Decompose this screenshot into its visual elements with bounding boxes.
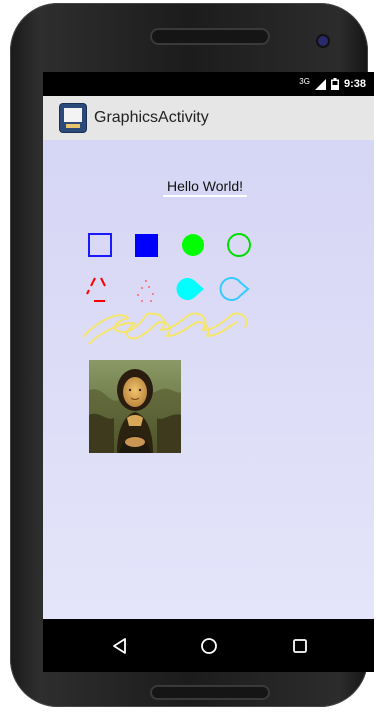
wave-path-shape xyxy=(82,312,248,345)
back-icon xyxy=(113,638,126,654)
status-icons: 3G 9:38 xyxy=(299,76,366,90)
navigation-bar xyxy=(43,619,374,672)
pacman-filled-shape xyxy=(176,278,204,300)
recents-button[interactable] xyxy=(283,629,317,663)
action-bar: GraphicsActivity xyxy=(43,96,374,140)
dashed-triangle-shape xyxy=(86,277,106,302)
pacman-outline-shape xyxy=(219,277,250,301)
square-filled-shape xyxy=(135,234,158,257)
app-title: GraphicsActivity xyxy=(94,109,209,126)
mona-lisa-image xyxy=(89,360,181,453)
phone-frame: 3G 9:38 GraphicsActivity Hello World! xyxy=(10,3,374,707)
front-camera xyxy=(318,36,328,46)
home-icon xyxy=(201,638,217,654)
network-type: 3G xyxy=(299,76,310,86)
circle-outline-shape xyxy=(227,233,251,257)
signal-icon xyxy=(314,78,326,90)
painting-art xyxy=(89,360,181,453)
status-bar: 3G 9:38 xyxy=(43,72,374,96)
recents-icon xyxy=(293,639,307,653)
dotted-triangle-shape xyxy=(137,280,154,302)
bottom-speaker xyxy=(150,685,270,700)
battery-icon xyxy=(330,78,339,90)
back-button[interactable] xyxy=(103,629,137,663)
earpiece xyxy=(150,28,270,45)
device-screen: 3G 9:38 GraphicsActivity Hello World! xyxy=(43,72,374,672)
square-outline-shape xyxy=(88,233,112,257)
circle-filled-shape xyxy=(182,234,204,256)
home-button[interactable] xyxy=(192,629,226,663)
clock: 9:38 xyxy=(343,78,366,90)
app-launcher-icon xyxy=(60,104,86,132)
graphics-canvas: Hello World! xyxy=(43,140,374,619)
